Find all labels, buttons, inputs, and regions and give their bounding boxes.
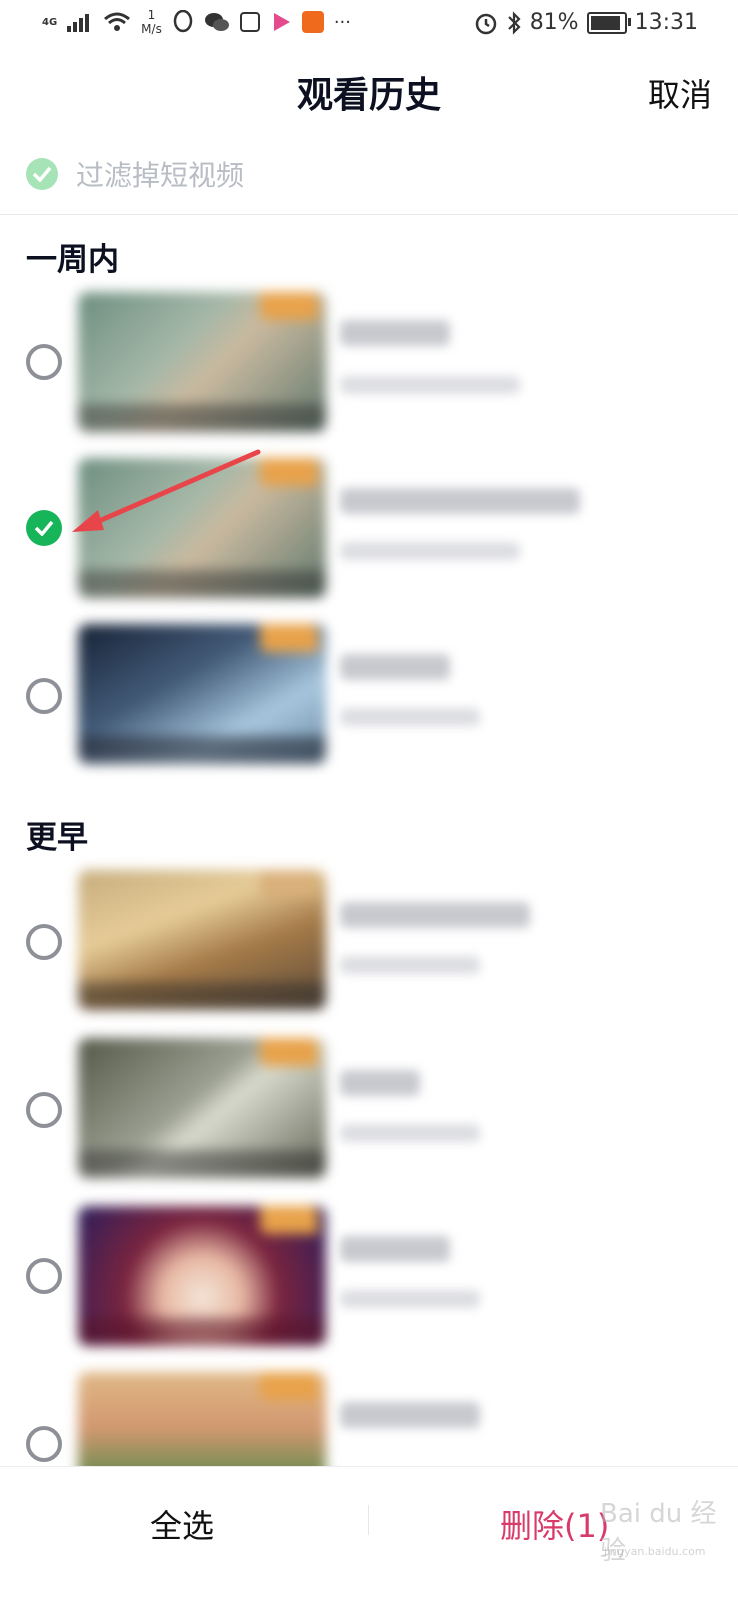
item-radio[interactable] <box>26 1426 62 1462</box>
bluetooth-icon <box>507 10 521 35</box>
bottom-action-bar: 全选 删除(1) Bai du 经验 jingyan.baidu.com <box>0 1466 738 1601</box>
video-progress-blurred <box>340 708 480 726</box>
check-icon[interactable] <box>26 158 58 190</box>
divider <box>0 214 738 215</box>
divider <box>368 1505 369 1535</box>
video-title-blurred <box>340 1402 480 1428</box>
filter-short-videos-toggle[interactable]: 过滤掉短视频 <box>26 150 244 198</box>
delete-button[interactable]: 删除(1) <box>500 1501 609 1547</box>
more-icon: ··· <box>333 11 351 33</box>
item-radio[interactable] <box>26 678 62 714</box>
alarm-icon <box>475 13 496 34</box>
select-all-button[interactable]: 全选 <box>150 1501 214 1547</box>
network-speed: 1 M/s <box>141 8 162 36</box>
item-radio-checked[interactable] <box>26 510 62 546</box>
item-radio[interactable] <box>26 1092 62 1128</box>
item-radio[interactable] <box>26 924 62 960</box>
cancel-button[interactable]: 取消 <box>648 70 712 116</box>
video-title-blurred <box>340 654 450 680</box>
video-progress-blurred <box>340 376 520 394</box>
video-thumbnail[interactable] <box>78 458 326 598</box>
network-type: 4G <box>42 16 58 28</box>
video-title-blurred <box>340 902 530 928</box>
item-radio[interactable] <box>26 1258 62 1294</box>
wifi-icon <box>104 12 131 31</box>
news-app-icon <box>239 12 260 32</box>
video-thumbnail[interactable] <box>78 870 326 1010</box>
video-title-blurred <box>340 488 580 514</box>
video-title-blurred <box>340 1236 450 1262</box>
item-radio[interactable] <box>26 344 62 380</box>
video-title-blurred <box>340 320 450 346</box>
video-thumbnail[interactable] <box>78 1206 326 1346</box>
qq-icon <box>173 10 193 33</box>
kuaishou-icon <box>301 11 324 33</box>
video-progress-blurred <box>340 1290 480 1308</box>
wechat-icon <box>204 13 229 31</box>
filter-label: 过滤掉短视频 <box>76 159 245 192</box>
signal-icon <box>67 14 90 32</box>
battery-percent: 81% <box>529 10 579 35</box>
page-title: 观看历史 <box>296 75 441 116</box>
video-thumbnail[interactable] <box>78 624 326 764</box>
video-progress-blurred <box>340 1124 480 1142</box>
clock: 13:31 <box>634 10 698 35</box>
section-title-earlier: 更早 <box>26 820 88 856</box>
video-thumbnail[interactable] <box>78 292 326 432</box>
baidu-watermark-url: jingyan.baidu.com <box>604 1545 706 1558</box>
video-thumbnail[interactable] <box>78 1038 326 1178</box>
video-app-icon <box>273 13 290 31</box>
battery-icon <box>586 11 631 34</box>
video-progress-blurred <box>340 956 480 974</box>
status-bar: 4G 1 M/s ··· 81% 13:31 <box>0 0 738 52</box>
section-title-week: 一周内 <box>26 242 119 278</box>
check-icon <box>34 520 54 536</box>
video-progress-blurred <box>340 542 520 560</box>
video-title-blurred <box>340 1070 420 1096</box>
